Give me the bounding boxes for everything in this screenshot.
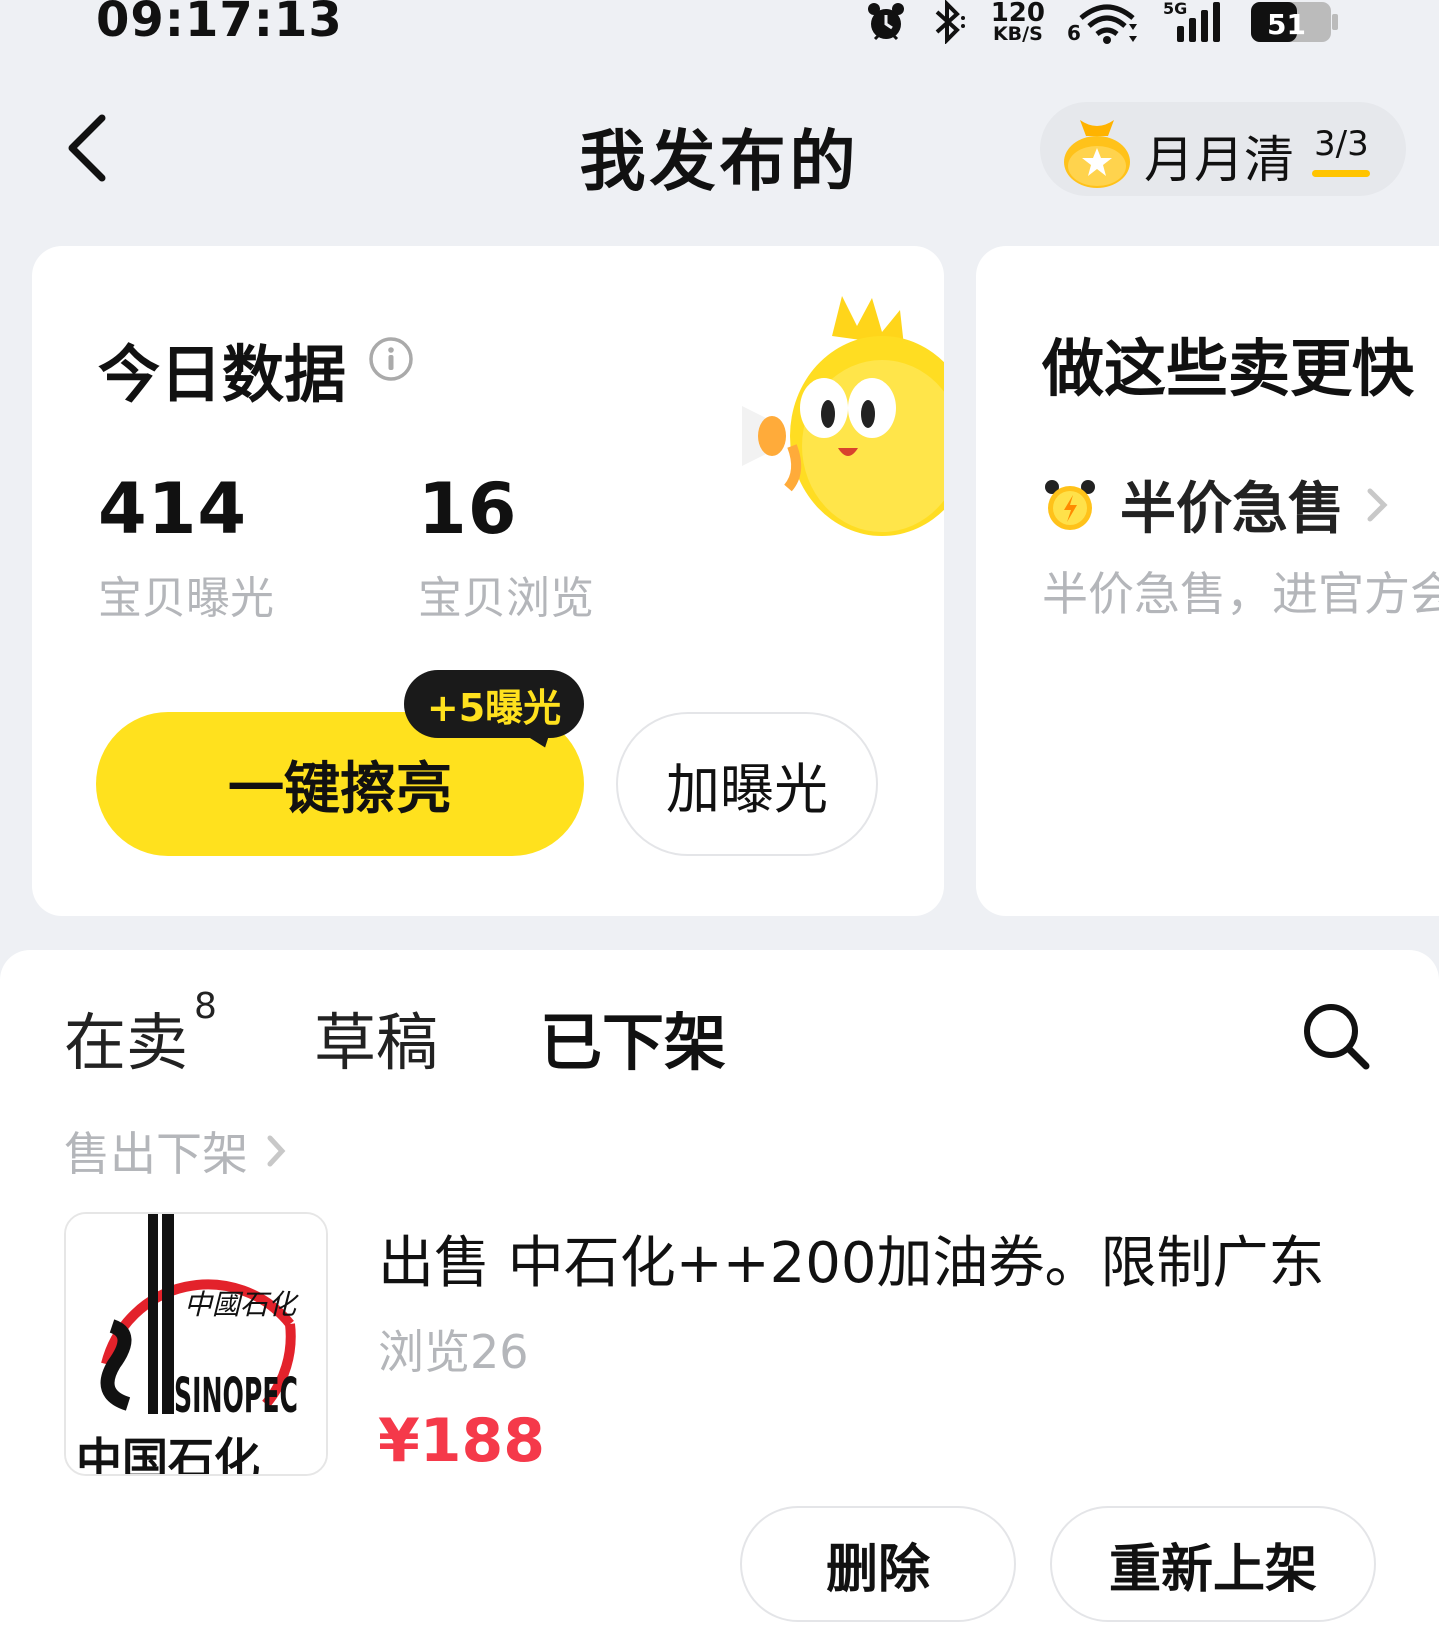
alarm-clock-icon (1045, 479, 1095, 530)
item-views: 浏览26 (378, 1325, 529, 1379)
delete-button[interactable]: 删除 (740, 1506, 1016, 1622)
half-price-sale-link[interactable]: 半价急售 (1042, 464, 1392, 545)
add-exposure-button[interactable]: 加曝光 (616, 712, 878, 856)
net-speed-value: 120 (990, 0, 1045, 28)
chevron-right-icon (1367, 488, 1388, 521)
thumb-bottom-text: 中国石化 (76, 1433, 260, 1476)
chevron-right-icon (267, 1135, 286, 1167)
network-type: 5G (1163, 0, 1187, 18)
sell-faster-card: 做这些卖更快 半价急售 半价急售，进官方会 (976, 246, 1439, 916)
exposure-bonus-tag: +5曝光 (404, 670, 584, 738)
stat-exposure: 414 宝贝曝光 (98, 468, 274, 626)
stat-views-value: 16 (418, 468, 518, 550)
sinopec-logo-image: 中國石化 SINOPEC 中国石化 (66, 1214, 326, 1476)
monthly-clear-count: 3/3 (1314, 124, 1369, 164)
search-button[interactable] (1298, 998, 1374, 1074)
tab-drafts[interactable]: 草稿 (314, 992, 438, 1082)
thumb-cn-text: 中國石化 (184, 1288, 299, 1321)
tab-on-sale-label: 在卖 (64, 1006, 189, 1079)
tab-delisted-label: 已下架 (540, 1006, 727, 1079)
signal-icon: 5G (1163, 0, 1220, 42)
monthly-clear-underline (1312, 170, 1370, 177)
bluetooth-icon (935, 0, 965, 44)
status-time: 09:17:13 (96, 0, 343, 48)
listing-panel: 在卖 8 草稿 已下架 售出下架 中國石化 SINOPEC 中国石化 出售 中石… (0, 950, 1439, 1652)
item-title[interactable]: 出售 中石化++200加油券。限制广东 (378, 1218, 1325, 1299)
listing-item[interactable]: 中國石化 SINOPEC 中国石化 出售 中石化++200加油券。限制广东 浏览… (64, 1212, 1384, 1476)
thumb-logo-text: SINOPEC (174, 1368, 298, 1424)
half-price-sale-label: 半价急售 (1120, 477, 1344, 542)
today-data-card: 今日数据 414 宝贝曝光 16 宝贝浏览 一键擦亮 +5曝光 加曝光 (32, 246, 944, 916)
net-speed-unit: KB/S (992, 23, 1043, 45)
relist-button[interactable]: 重新上架 (1050, 1506, 1376, 1622)
money-bag-icon (1064, 120, 1130, 188)
today-data-title: 今日数据 (98, 338, 347, 411)
monthly-clear-label: 月月清 (1144, 131, 1294, 189)
tab-on-sale[interactable]: 在卖 8 (64, 986, 217, 1082)
header: 我发布的 月月清 3/3 (0, 90, 1439, 200)
stat-exposure-label: 宝贝曝光 (98, 573, 274, 624)
info-icon[interactable] (368, 336, 414, 382)
battery-icon: 51 (1251, 2, 1338, 42)
item-price: ¥188 (378, 1406, 545, 1476)
wifi-icon: 6 (1067, 4, 1137, 44)
half-price-sale-description: 半价急售，进官方会 (1042, 567, 1439, 621)
status-bar: 09:17:13 120 KB/S 6 5G 51 (0, 0, 1439, 50)
mascot-chick-image (742, 296, 944, 536)
tab-delisted[interactable]: 已下架 (536, 992, 737, 1082)
monthly-clear-button[interactable]: 月月清 3/3 (1040, 102, 1406, 196)
tab-on-sale-count: 8 (194, 986, 217, 1027)
sold-delisted-filter[interactable]: 售出下架 (64, 1118, 290, 1184)
status-icons: 120 KB/S 6 5G 51 (865, 0, 1339, 46)
sell-faster-title: 做这些卖更快 (1042, 332, 1415, 405)
sold-delisted-label: 售出下架 (64, 1127, 248, 1181)
alarm-icon (867, 3, 904, 41)
stat-views-label: 宝贝浏览 (418, 573, 594, 624)
stat-exposure-value: 414 (98, 468, 248, 550)
wifi-index: 6 (1067, 21, 1081, 44)
stat-views: 16 宝贝浏览 (418, 468, 594, 626)
battery-level: 51 (1267, 8, 1306, 41)
net-speed: 120 KB/S (990, 0, 1045, 45)
item-thumbnail[interactable]: 中國石化 SINOPEC 中国石化 (64, 1212, 328, 1476)
